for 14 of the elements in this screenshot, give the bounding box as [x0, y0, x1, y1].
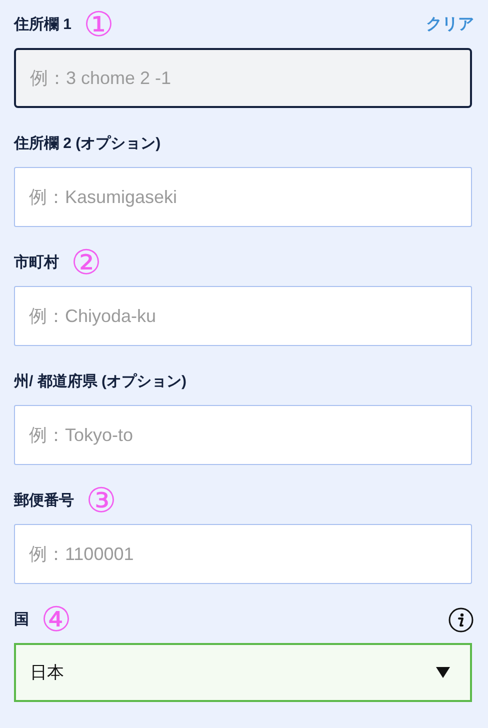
field-label: 国 — [14, 610, 29, 630]
field-label: 市町村 — [14, 252, 59, 273]
annotation-number: ④ — [41, 603, 71, 637]
field-label: 郵便番号 — [14, 490, 74, 511]
dropdown-caret-icon — [436, 667, 450, 678]
info-icon[interactable] — [448, 607, 474, 633]
annotation-number: ② — [71, 246, 101, 280]
field-label: 住所欄 1 — [14, 14, 72, 35]
country-select[interactable]: 日本 — [14, 643, 472, 702]
annotation-number: ① — [84, 8, 114, 42]
field-label: 州/ 都道府県 (オプション) — [14, 372, 186, 392]
field-label: 住所欄 2 (オプション) — [14, 134, 161, 154]
annotation-number: ③ — [86, 484, 116, 518]
input-field[interactable]: 例：3 chome 2 -1 — [14, 48, 472, 108]
